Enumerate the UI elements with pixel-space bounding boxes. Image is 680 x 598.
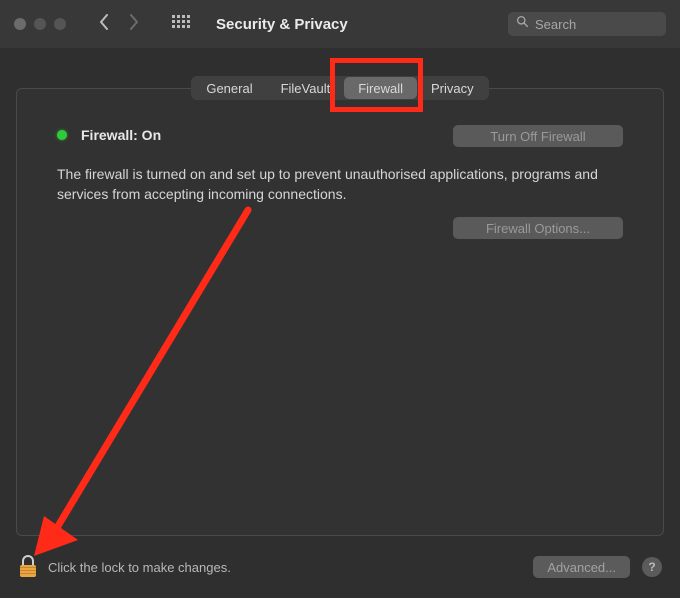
advanced-button[interactable]: Advanced... — [533, 556, 630, 578]
help-label: ? — [648, 560, 655, 574]
turn-off-firewall-button[interactable]: Turn Off Firewall — [453, 125, 623, 147]
search-icon — [516, 15, 529, 33]
lock-icon[interactable] — [18, 555, 38, 579]
firewall-options-button[interactable]: Firewall Options... — [453, 217, 623, 239]
status-dot-icon — [57, 130, 67, 140]
nav-arrows — [98, 14, 140, 35]
search-input[interactable] — [535, 17, 658, 32]
lock-hint-text: Click the lock to make changes. — [48, 560, 533, 575]
tab-general[interactable]: General — [192, 77, 266, 99]
minimize-window-button[interactable] — [34, 18, 46, 30]
tab-filevault[interactable]: FileVault — [267, 77, 345, 99]
window-title: Security & Privacy — [216, 16, 348, 33]
tab-firewall[interactable]: Firewall — [344, 77, 417, 99]
firewall-description: The firewall is turned on and set up to … — [57, 165, 617, 204]
traffic-lights — [14, 18, 66, 30]
tab-label: General — [206, 81, 252, 96]
titlebar: Security & Privacy — [0, 0, 680, 48]
tab-label: Privacy — [431, 81, 474, 96]
zoom-window-button[interactable] — [54, 18, 66, 30]
tabs: General FileVault Firewall Privacy — [0, 76, 680, 100]
content-pane: Firewall: On Turn Off Firewall The firew… — [16, 88, 664, 536]
close-window-button[interactable] — [14, 18, 26, 30]
tab-privacy[interactable]: Privacy — [417, 77, 488, 99]
back-button[interactable] — [98, 14, 110, 35]
help-button[interactable]: ? — [642, 557, 662, 577]
search-field[interactable] — [508, 12, 666, 36]
tab-label: FileVault — [281, 81, 331, 96]
tab-label: Firewall — [358, 81, 403, 96]
forward-button[interactable] — [128, 14, 140, 35]
footer: Click the lock to make changes. Advanced… — [0, 536, 680, 598]
show-all-button[interactable] — [172, 15, 190, 33]
firewall-status-label: Firewall: On — [81, 127, 161, 143]
